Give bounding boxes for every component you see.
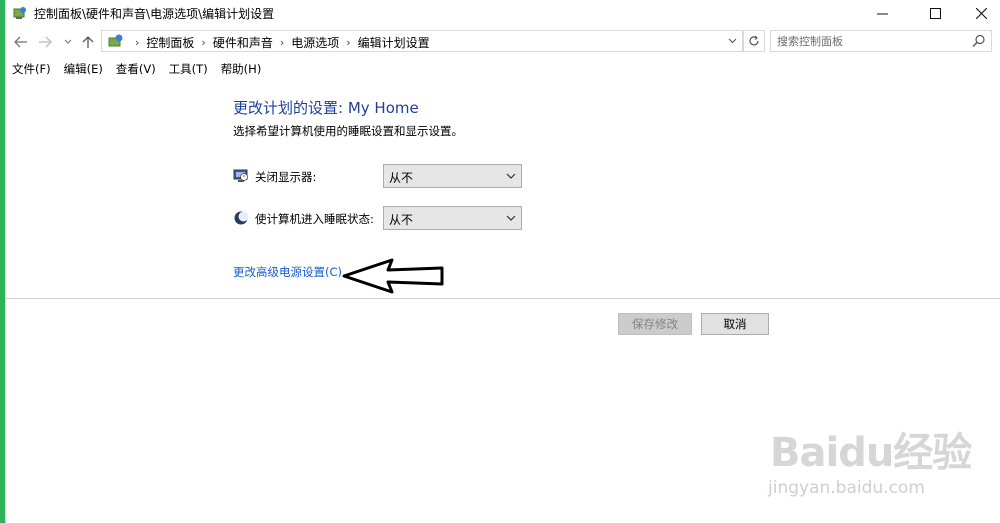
breadcrumb-separator: › [346,36,351,49]
chevron-down-icon [64,39,72,44]
menu-view[interactable]: 查看(V) [116,60,156,78]
breadcrumb: › 控制面板 › 硬件和声音 › 电源选项 › 编辑计划设置 [128,34,430,51]
title-bar: 控制面板\硬件和声音\电源选项\编辑计划设置 [6,0,1000,26]
sleep-select[interactable]: 从不 [383,206,522,230]
display-off-value: 从不 [389,171,414,185]
cancel-button[interactable]: 取消 [701,313,769,335]
control-panel-icon [108,34,123,47]
moon-icon [234,211,249,225]
minimize-button[interactable] [859,0,905,26]
display-off-label: 关闭显示器: [255,170,317,184]
watermark-url: jingyan.baidu.com [768,478,925,498]
search-input[interactable] [777,33,962,49]
window-title: 控制面板\硬件和声音\电源选项\编辑计划设置 [34,7,275,21]
forward-button[interactable] [36,32,54,52]
monitor-icon [233,169,248,182]
chevron-down-icon [506,173,516,179]
chevron-down-icon [728,38,736,44]
sleep-label: 使计算机进入睡眠状态: [255,212,374,226]
watermark-logo: Baidu经验 [770,430,972,476]
page-subtitle: 选择希望计算机使用的睡眠设置和显示设置。 [233,124,463,138]
arrow-up-icon [82,36,94,48]
arrow-left-icon [14,36,27,48]
menu-help[interactable]: 帮助(H) [221,60,262,78]
maximize-button[interactable] [912,0,958,26]
back-button[interactable] [12,32,30,52]
breadcrumb-item-control-panel[interactable]: 控制面板 [146,34,194,51]
display-off-select[interactable]: 从不 [383,164,522,188]
recent-locations-button[interactable] [62,32,74,52]
breadcrumb-separator: › [279,36,285,49]
address-dropdown-button[interactable] [725,33,739,49]
breadcrumb-separator: › [201,36,206,49]
menu-bar: 文件(F) 编辑(E) 查看(V) 工具(T) 帮助(H) [6,60,1000,78]
arrow-right-icon [39,36,52,48]
menu-tools[interactable]: 工具(T) [169,60,208,78]
minimize-icon [876,13,888,14]
sleep-value: 从不 [389,213,414,227]
baidu-watermark: Baidu经验 jingyan.baidu.com [760,410,1000,523]
chevron-down-icon [506,215,516,221]
navigation-bar: › 控制面板 › 硬件和声音 › 电源选项 › 编辑计划设置 [6,28,1000,56]
breadcrumb-item-edit-plan[interactable]: 编辑计划设置 [358,34,430,51]
control-panel-icon [13,7,26,19]
window-border [5,0,6,523]
address-bar[interactable]: › 控制面板 › 硬件和声音 › 电源选项 › 编辑计划设置 [101,30,743,52]
divider [6,298,1000,299]
breadcrumb-item-hardware-sound[interactable]: 硬件和声音 [213,34,273,51]
refresh-button[interactable] [743,30,765,52]
page-title: 更改计划的设置: My Home [233,99,419,117]
save-changes-button[interactable]: 保存修改 [618,313,692,335]
search-icon[interactable] [972,34,986,48]
breadcrumb-separator: › [135,36,140,49]
search-box[interactable] [770,30,992,52]
menu-file[interactable]: 文件(F) [12,60,51,78]
menu-edit[interactable]: 编辑(E) [64,60,103,78]
refresh-icon [749,35,759,46]
close-button[interactable] [958,0,1000,26]
close-icon [975,7,987,19]
up-button[interactable] [79,32,97,52]
advanced-power-settings-link[interactable]: 更改高级电源设置(C) [233,264,342,280]
annotation-arrow-icon [342,258,444,294]
breadcrumb-item-power-options[interactable]: 电源选项 [291,34,339,51]
maximize-icon [929,7,941,19]
